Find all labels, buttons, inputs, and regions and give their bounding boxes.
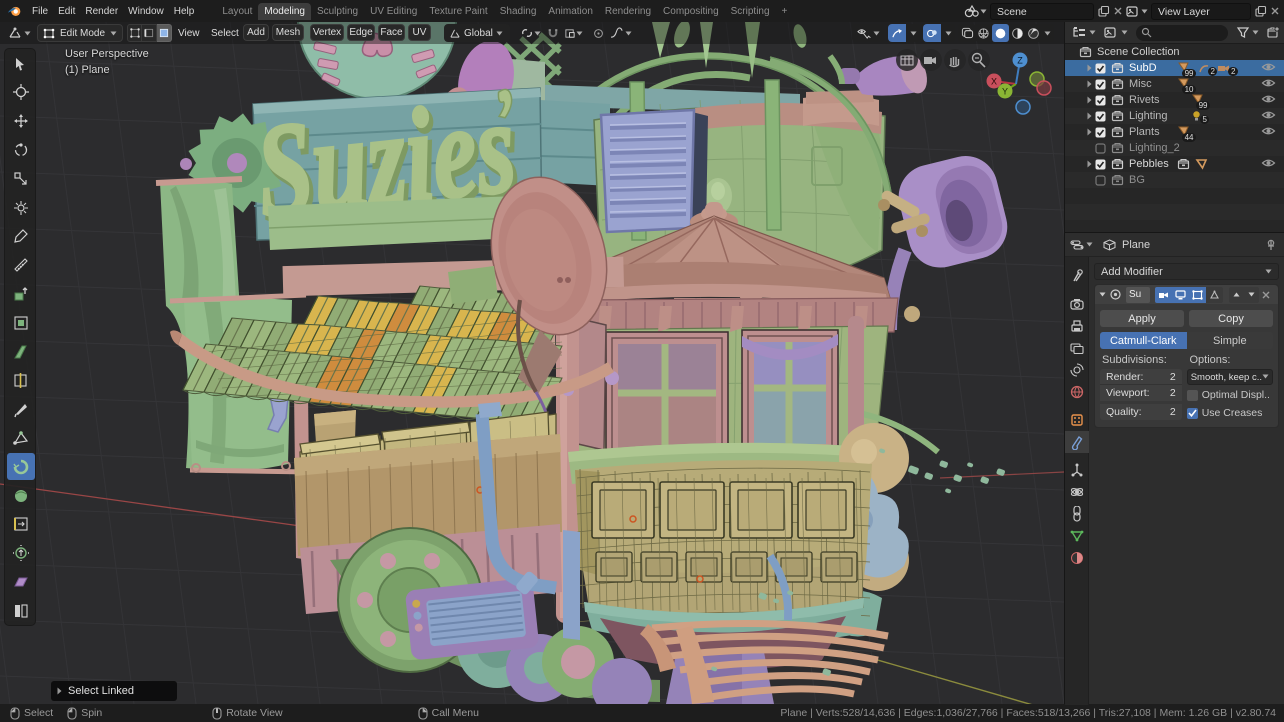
svg-text:Z: Z (1017, 56, 1023, 66)
svg-text:X: X (991, 77, 997, 87)
svg-text:Y: Y (1002, 87, 1008, 97)
